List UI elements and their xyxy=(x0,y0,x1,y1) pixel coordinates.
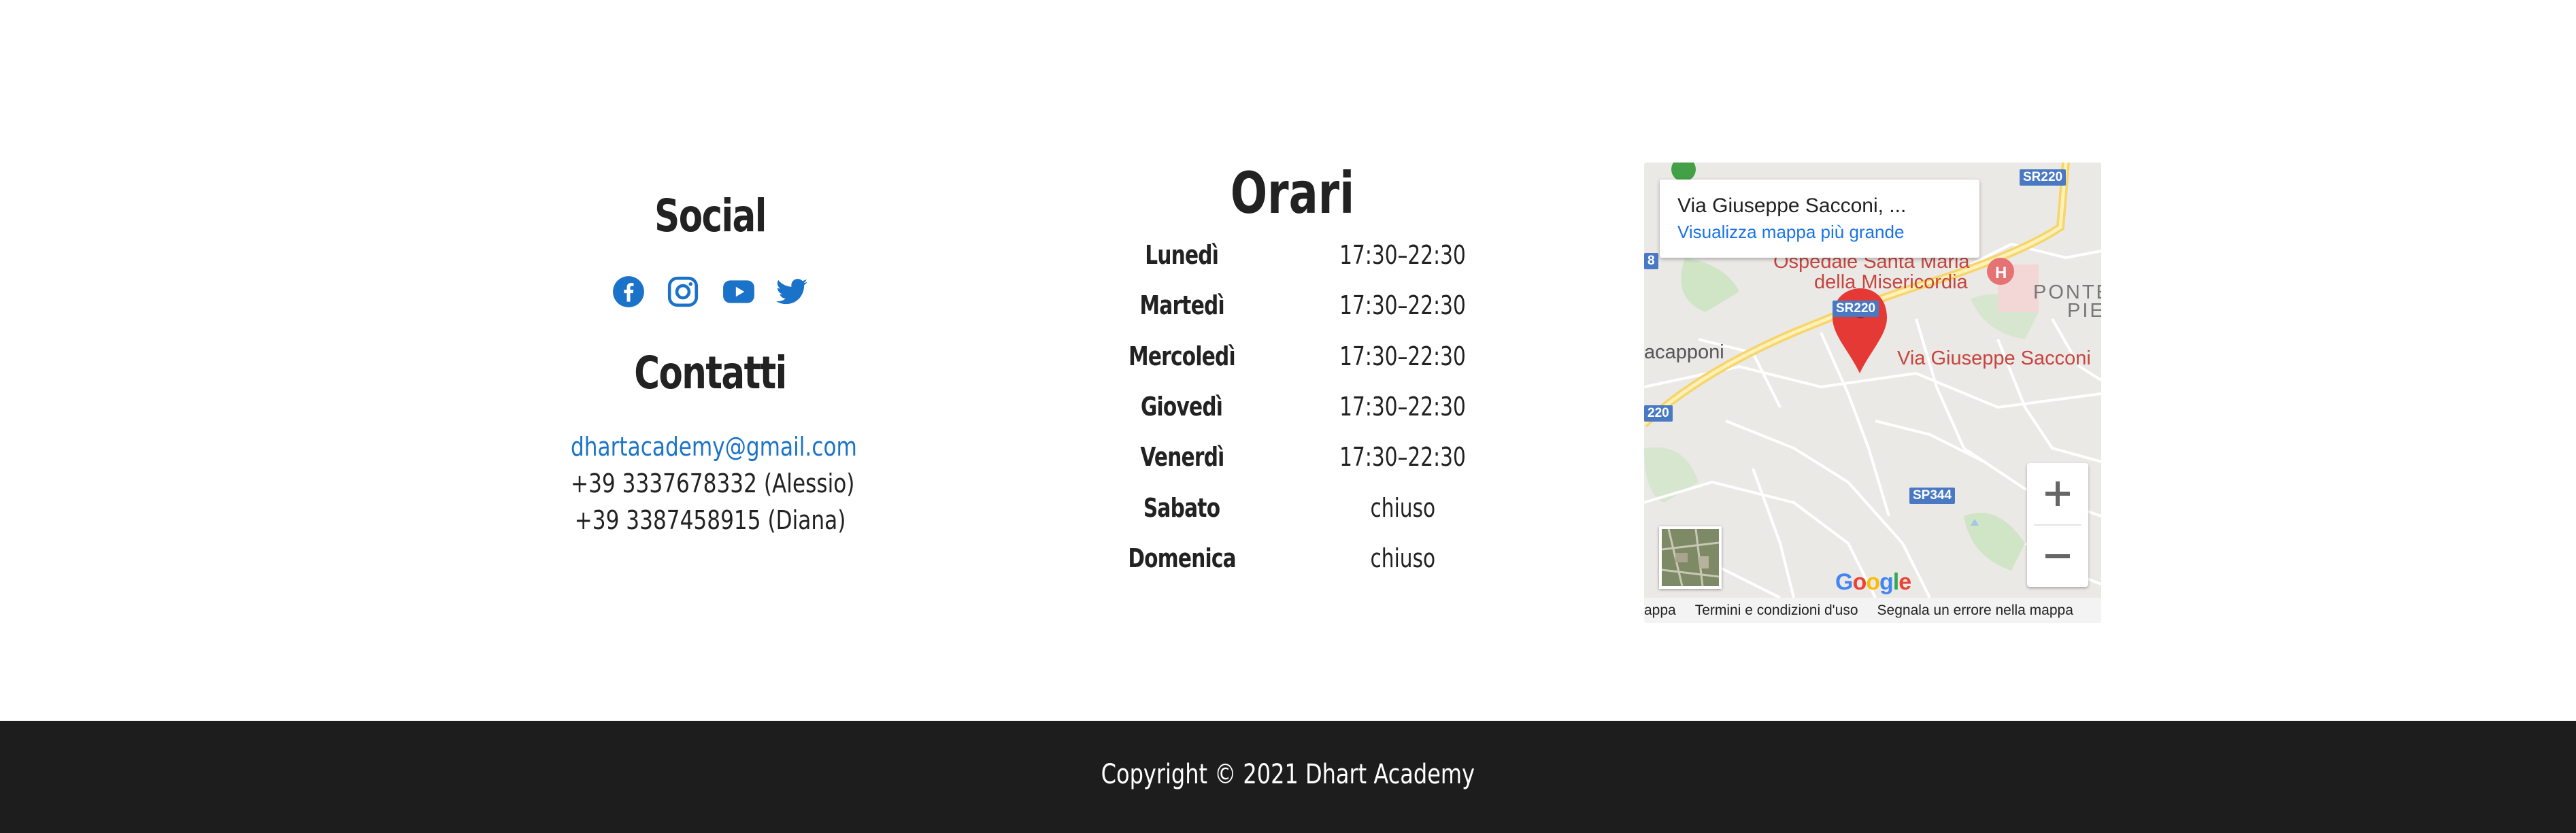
table-row: Sabato chiuso xyxy=(1071,482,1513,532)
map-label-place-right-2: PIE xyxy=(2067,300,2101,322)
time-value: 17:30–22:30 xyxy=(1339,392,1467,422)
zoom-in-button[interactable] xyxy=(2027,463,2088,524)
time-value: 17:30–22:30 xyxy=(1339,290,1467,321)
terms-link[interactable]: Termini e condizioni d'uso xyxy=(1695,602,1858,619)
phone-diana: +39 3387458915 (Diana) xyxy=(574,505,846,535)
table-row: Domenica chiuso xyxy=(1071,533,1513,583)
day-label: Mercoledì xyxy=(1128,341,1236,371)
email-link[interactable]: dhartacademy@gmail.com xyxy=(571,428,857,465)
map-label-hospital-2: della Misericordia xyxy=(1814,271,1968,293)
hours-heading: Orari xyxy=(1230,160,1355,226)
twitter-icon[interactable] xyxy=(775,275,809,309)
social-icons xyxy=(540,271,880,312)
map-info-card: Via Giuseppe Sacconi, ... Visualizza map… xyxy=(1660,180,1979,258)
facebook-icon[interactable] xyxy=(612,275,646,309)
road-shield: 8 xyxy=(1644,253,1658,269)
phone-alessio: +39 3337678332 (Alessio) xyxy=(571,469,855,498)
road-shield: SP344 xyxy=(1909,488,1956,504)
time-value: chiuso xyxy=(1370,543,1436,573)
table-row: Martedì 17:30–22:30 xyxy=(1071,280,1513,330)
time-value: chiuso xyxy=(1370,492,1436,523)
svg-text:H: H xyxy=(1995,264,2007,282)
table-row: Lunedì 17:30–22:30 xyxy=(1071,230,1513,280)
zoom-controls xyxy=(2027,463,2088,587)
table-row: Giovedì 17:30–22:30 xyxy=(1071,381,1513,432)
map-label-place-left: acapponi xyxy=(1644,341,1724,363)
social-heading: Social xyxy=(654,190,767,242)
map-data-link[interactable]: appa xyxy=(1644,602,1676,619)
report-error-link[interactable]: Segnala un errore nella mappa xyxy=(1877,602,2073,619)
map-label-pin: Via Giuseppe Sacconi xyxy=(1897,347,2091,369)
embedded-map[interactable]: H SR220 SR220 220 8 SP344 Ospedale Santa… xyxy=(1644,163,2101,623)
contact-block: dhartacademy@gmail.com +39 3337678332 (A… xyxy=(540,428,880,539)
time-value: 17:30–22:30 xyxy=(1339,240,1467,271)
page: Social Contatti dhartacademy@gmail.com +… xyxy=(0,0,2576,833)
google-logo: Google xyxy=(1835,569,1911,595)
hours-table: Lunedì 17:30–22:30 Martedì 17:30–22:30 Mer… xyxy=(1071,230,1513,583)
map-card-title: Via Giuseppe Sacconi, ... xyxy=(1677,194,1907,217)
hours-column: Orari Lunedì 17:30–22:30 Martedì 17:30–22:… xyxy=(1071,158,1513,583)
day-label: Domenica xyxy=(1128,543,1236,573)
copyright-text: Copyright © 2021 Dhart Academy xyxy=(1101,759,1475,790)
day-label: Martedì xyxy=(1139,290,1224,321)
day-label: Lunedì xyxy=(1145,240,1220,271)
table-row: Venerdì 17:30–22:30 xyxy=(1071,432,1513,482)
minus-icon xyxy=(2045,554,2070,558)
time-value: 17:30–22:30 xyxy=(1339,341,1467,371)
road-shield: SR220 xyxy=(2020,169,2067,186)
road-shield: SR220 xyxy=(1833,301,1879,317)
table-row: Mercoledì 17:30–22:30 xyxy=(1071,331,1513,381)
youtube-icon[interactable] xyxy=(720,275,754,309)
map-footer: appa Termini e condizioni d'uso Segnala … xyxy=(1644,598,2101,623)
road-shield: 220 xyxy=(1644,405,1673,422)
time-value: 17:30–22:30 xyxy=(1339,442,1467,473)
satellite-toggle[interactable] xyxy=(1659,526,1722,589)
plus-icon xyxy=(2045,481,2070,506)
satellite-thumbnail-icon xyxy=(1661,528,1720,587)
view-larger-map-link[interactable]: Visualizza mappa più grande xyxy=(1677,219,1962,245)
instagram-icon[interactable] xyxy=(666,275,700,309)
contacts-heading: Contatti xyxy=(634,347,787,399)
day-label: Venerdì xyxy=(1139,442,1224,473)
social-contacts-column: Social Contatti dhartacademy@gmail.com +… xyxy=(540,184,880,539)
day-label: Giovedì xyxy=(1141,392,1223,422)
zoom-out-button[interactable] xyxy=(2027,526,2088,587)
day-label: Sabato xyxy=(1143,492,1220,523)
site-footer: Copyright © 2021 Dhart Academy xyxy=(0,721,2576,833)
